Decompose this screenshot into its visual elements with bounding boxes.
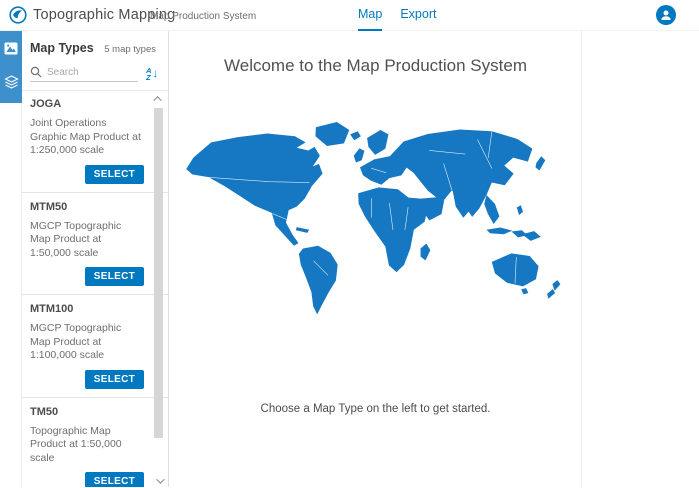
world-map-image	[180, 102, 572, 337]
select-button-joga[interactable]: SELECT	[85, 165, 144, 184]
app-header: Topographic Mapping Map Production Syste…	[0, 0, 699, 31]
right-empty-area	[583, 31, 699, 487]
sort-arrow-icon: ↓	[153, 68, 159, 80]
item-title: JOGA	[30, 97, 144, 111]
sort-az-button[interactable]: AZ ↓	[146, 67, 158, 81]
select-button-mtm50[interactable]: SELECT	[85, 267, 144, 286]
search-icon	[30, 66, 42, 78]
map-icon	[4, 42, 18, 55]
chevron-up-icon	[153, 96, 161, 104]
item-title: MTM100	[30, 302, 144, 316]
item-title: MTM50	[30, 200, 144, 214]
sort-az-icon: AZ	[146, 67, 151, 81]
header-tabs: Map Export	[358, 0, 436, 31]
list-scrollbar[interactable]	[152, 92, 165, 488]
item-description: Joint Operations Graphic Map Product at …	[30, 117, 144, 158]
layers-panel-button[interactable]	[0, 65, 22, 99]
panel-strip-active-group	[0, 31, 22, 103]
layers-icon	[4, 75, 19, 89]
map-types-sidebar: Map Types 5 map types AZ ↓ JOGA Joint Op…	[22, 31, 169, 487]
tab-export[interactable]: Export	[400, 0, 436, 31]
map-type-count: 5 map types	[104, 44, 156, 55]
chevron-down-icon	[156, 475, 164, 483]
map-type-list: JOGA Joint Operations Graphic Map Produc…	[22, 90, 168, 487]
panel-title: Map Types	[30, 41, 94, 55]
map-type-item-mtm50: MTM50 MGCP Topographic Map Product at 1:…	[22, 193, 168, 296]
welcome-title: Welcome to the Map Production System	[224, 56, 527, 76]
app-subtitle: Map Production System	[150, 11, 256, 22]
map-type-item-tm50: TM50 Topographic Map Product at 1:50,000…	[22, 398, 168, 488]
panel-strip	[0, 31, 22, 487]
search-input[interactable]	[47, 67, 113, 78]
tab-map[interactable]: Map	[358, 0, 382, 31]
item-description: MGCP Topographic Map Product at 1:50,000…	[30, 220, 144, 261]
select-button-tm50[interactable]: SELECT	[85, 472, 144, 487]
item-title: TM50	[30, 405, 144, 419]
item-description: MGCP Topographic Map Product at 1:100,00…	[30, 322, 144, 363]
scroll-up-button[interactable]	[152, 92, 165, 106]
instruction-text: Choose a Map Type on the left to get sta…	[261, 403, 491, 415]
user-avatar[interactable]	[656, 5, 676, 25]
globe-icon	[9, 6, 27, 24]
map-types-panel-button[interactable]	[0, 31, 22, 65]
item-description: Topographic Map Product at 1:50,000 scal…	[30, 425, 144, 466]
user-icon	[659, 8, 673, 22]
map-type-item-joga: JOGA Joint Operations Graphic Map Produc…	[22, 90, 168, 193]
welcome-panel: Welcome to the Map Production System	[170, 31, 582, 487]
scroll-thumb[interactable]	[154, 108, 163, 438]
select-button-mtm100[interactable]: SELECT	[85, 370, 144, 389]
map-type-item-mtm100: MTM100 MGCP Topographic Map Product at 1…	[22, 295, 168, 398]
scroll-down-button[interactable]	[152, 474, 165, 488]
